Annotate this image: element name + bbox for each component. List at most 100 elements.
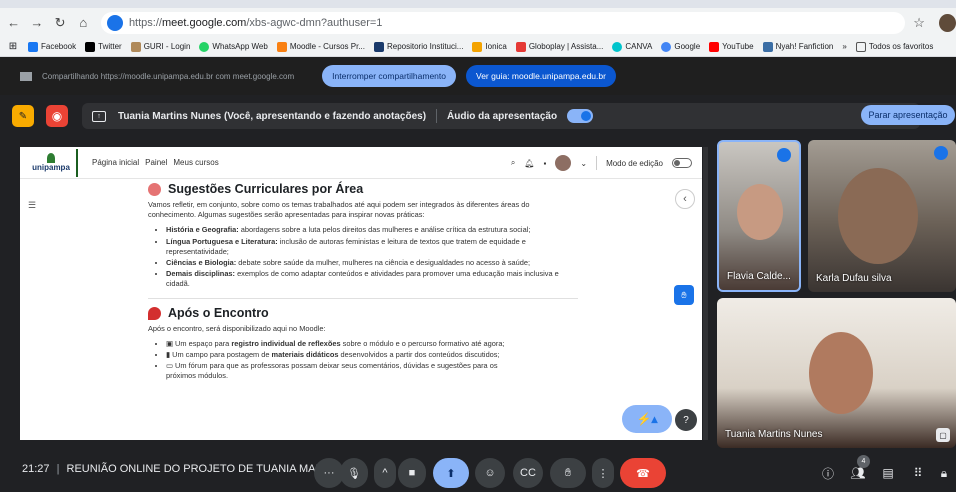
nav-home[interactable]: Página inicial — [92, 158, 139, 167]
bookmarks-bar: ⊞ Facebook Twitter GURI - Login WhatsApp… — [0, 37, 956, 57]
meeting-info: 21:27 | REUNIÃO ONLINE DO PROJETO DE TUA… — [22, 463, 333, 475]
url-path: /xbs-agwc-dmn?authuser=1 — [246, 16, 383, 29]
stop-presenting-button[interactable]: Parar apresentação — [861, 105, 955, 125]
section-title-after: Após o Encontro — [148, 306, 578, 320]
meeting-title: REUNIÃO ONLINE DO PROJETO DE TUANIA MAR.… — [66, 463, 333, 475]
raise-hand-icon[interactable]: ✋︎ — [550, 458, 586, 488]
search-icon[interactable]: ⌕ — [511, 158, 515, 168]
participant-tile[interactable]: Karla Dufau silva — [808, 140, 956, 292]
participant-tile[interactable]: Tuania Martins Nunes ▢ — [717, 298, 956, 448]
present-screen-icon[interactable]: ⬆ — [433, 458, 469, 488]
chat-icon[interactable]: ▤ — [876, 461, 900, 485]
annotation-tool-button[interactable]: ⚡▴ — [622, 405, 672, 433]
reload-icon[interactable]: ↻ — [50, 13, 69, 33]
pushpin-icon — [148, 306, 161, 320]
camera-options-icon[interactable]: ^ — [374, 458, 396, 488]
participant-name: Tuania Martins Nunes — [725, 429, 823, 440]
memo-icon: ▣ — [166, 338, 176, 348]
meet-site-icon — [106, 14, 123, 31]
presentation-audio-label: Áudio da apresentação — [447, 110, 558, 122]
captions-icon[interactable]: CC — [513, 458, 543, 488]
nav-dashboard[interactable]: Painel — [145, 158, 167, 167]
bookmark-all-favorites[interactable]: Todos os favoritos — [855, 41, 933, 52]
url-domain: meet.google.com — [161, 16, 247, 29]
notification-icon[interactable]: 🔔︎ — [524, 159, 534, 168]
section-intro: Vamos refletir, em conjunto, sobre como … — [148, 200, 530, 220]
record-icon[interactable]: ◉ — [46, 105, 68, 127]
address-bar[interactable]: https://meet.google.com/xbs-agwc-dmn?aut… — [100, 11, 906, 34]
participant-video — [737, 184, 783, 240]
speech-icon: ▭ — [166, 361, 176, 371]
more-bookmarks-icon[interactable]: » — [842, 42, 846, 51]
bookmark-ionica[interactable]: Ionica — [472, 41, 507, 52]
meeting-time: 21:27 — [22, 463, 50, 475]
section-intro: Após o encontro, será disponibilizado aq… — [148, 323, 326, 333]
screen-scrollbar[interactable] — [703, 147, 708, 440]
bookmark-youtube[interactable]: YouTube — [709, 41, 754, 52]
camera-icon[interactable]: ■ — [398, 458, 426, 488]
bookmark-moodle[interactable]: Moodle - Cursos Pr... — [276, 41, 365, 52]
profile-avatar[interactable] — [938, 13, 956, 32]
bookmark-globoplay[interactable]: Globoplay | Assista... — [515, 41, 603, 52]
message-icon[interactable]: ▪ — [544, 159, 547, 168]
host-controls-icon[interactable]: 🔒︎ — [932, 461, 956, 485]
browser-toolbar: ← → ↻ ⌂ https://meet.google.com/xbs-agwc… — [0, 8, 956, 37]
present-icon: ↑ — [92, 110, 106, 122]
participant-video — [809, 332, 873, 414]
bookmark-canva[interactable]: CANVA — [612, 41, 652, 52]
meeting-details-icon[interactable]: ⓘ — [816, 461, 840, 485]
forward-icon[interactable]: → — [27, 13, 46, 33]
suggestion-list: História e Geografia: abordagens sobre a… — [166, 225, 578, 289]
bookmark-repositorio[interactable]: Repositorio Instituci... — [373, 41, 463, 52]
stop-sharing-button[interactable]: Interromper compartilhamento — [322, 65, 456, 87]
presentation-info: ↑ Tuania Martins Nunes (Você, apresentan… — [82, 103, 920, 129]
section-title-suggestions: Sugestões Curriculares por Área — [148, 183, 578, 196]
see-tab-button[interactable]: Ver guia: moodle.unipampa.edu.br — [466, 65, 616, 87]
chevron-down-icon[interactable]: ⌄ — [580, 159, 587, 168]
bookmark-nyah[interactable]: Nyah! Fanfiction — [762, 41, 833, 52]
annotation-off-icon[interactable]: ✎ — [12, 105, 34, 127]
bookmark-facebook[interactable]: Facebook — [28, 41, 76, 52]
star-icon[interactable]: ☆ — [909, 13, 928, 33]
end-call-button[interactable]: ☎ — [620, 458, 666, 488]
bookmark-whatsapp[interactable]: WhatsApp Web — [199, 41, 268, 52]
tab-strip — [0, 0, 956, 8]
presenter-label: Tuania Martins Nunes (Você, apresentando… — [118, 110, 427, 122]
sharing-text: Compartilhando https://moodle.unipampa.e… — [42, 71, 295, 81]
list-item: ▣ Um espaço para registro individual de … — [166, 339, 578, 349]
list-item: História e Geografia: abordagens sobre a… — [166, 225, 578, 235]
emoji-icon[interactable]: ☺ — [475, 458, 505, 488]
bookmark-twitter[interactable]: Twitter — [85, 41, 122, 52]
accessibility-icon[interactable]: ✋︎ — [674, 285, 694, 305]
bookmark-guri[interactable]: GURI - Login — [130, 41, 190, 52]
participant-video — [838, 168, 918, 264]
url-prefix: https:// — [128, 16, 162, 29]
participant-name: Flavia Calde... — [727, 271, 791, 282]
edit-mode-toggle[interactable] — [672, 158, 692, 168]
pin-icon[interactable]: ▢ — [936, 428, 950, 442]
after-list: ▣ Um espaço para registro individual de … — [166, 339, 578, 382]
participant-tile[interactable]: Flavia Calde... — [717, 140, 801, 292]
edit-mode-label: Modo de edição — [606, 158, 663, 168]
course-index-icon[interactable]: ☰ — [24, 197, 40, 213]
participant-count-badge: 4 — [857, 455, 870, 468]
apps-grid-icon[interactable]: ⊞ — [6, 41, 20, 52]
back-icon[interactable]: ← — [4, 13, 23, 33]
list-item: ▭ Um fórum para que as professoras possa… — [166, 361, 578, 381]
bookmark-google[interactable]: Google — [661, 41, 700, 52]
help-icon[interactable]: ? — [675, 409, 697, 431]
block-drawer-button[interactable]: ‹ — [675, 189, 695, 209]
microphone-icon[interactable]: 🎙︎ — [340, 458, 368, 488]
unipampa-logo[interactable]: unipampa — [26, 148, 78, 177]
participant-name: Karla Dufau silva — [816, 273, 892, 284]
presentation-audio-toggle[interactable] — [567, 109, 594, 123]
speech-bubble-icon — [148, 183, 161, 196]
activities-icon[interactable]: ⠿ — [906, 461, 930, 485]
list-item: ▮ Um campo para postagem de materiais di… — [166, 350, 578, 360]
home-icon[interactable]: ⌂ — [74, 13, 93, 33]
user-avatar[interactable] — [555, 155, 572, 171]
nav-my-courses[interactable]: Meus cursos — [173, 158, 218, 167]
course-content: Sugestões Curriculares por Área Vamos re… — [148, 181, 578, 383]
list-item: Ciências e Biologia: debate sobre saúde … — [166, 258, 578, 268]
more-vert-icon[interactable]: ⋮ — [592, 458, 614, 488]
